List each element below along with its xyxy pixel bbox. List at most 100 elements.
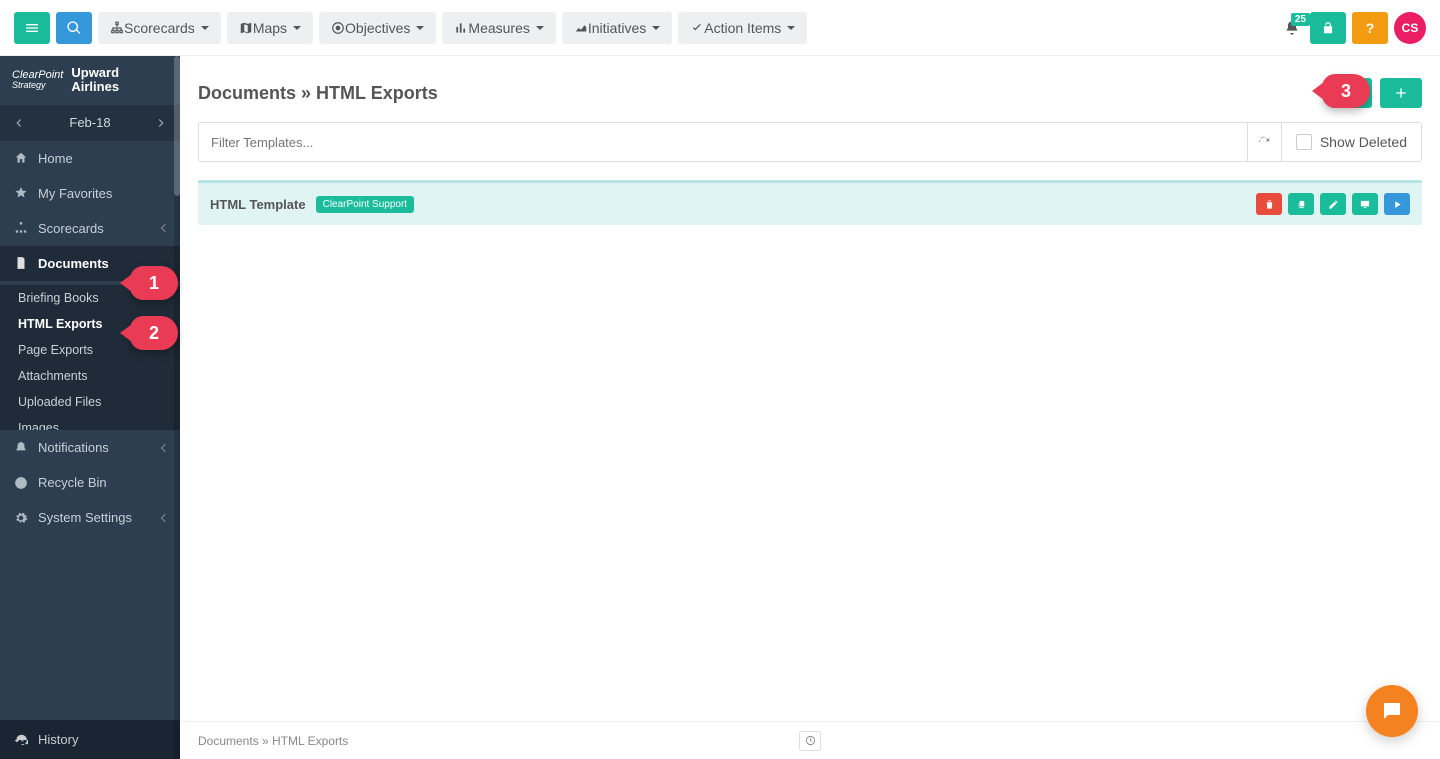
sidebar-subitem-attachments[interactable]: Attachments bbox=[0, 363, 180, 389]
sidebar-item-scorecards[interactable]: Scorecards bbox=[0, 211, 180, 246]
filter-input[interactable] bbox=[199, 135, 1247, 150]
refresh-button[interactable] bbox=[1247, 123, 1281, 161]
document-icon bbox=[14, 256, 28, 270]
sidebar-item-label: Uploaded Files bbox=[18, 395, 101, 409]
filter-bar: Show Deleted bbox=[198, 122, 1422, 162]
notifications-badge: 25 bbox=[1291, 13, 1310, 26]
callout-2: 2 bbox=[130, 316, 178, 350]
page-header: Documents » HTML Exports bbox=[180, 56, 1440, 122]
bell-icon bbox=[14, 441, 28, 455]
caret-down-icon bbox=[416, 26, 424, 30]
nav-label: Scorecards bbox=[124, 20, 195, 36]
help-button[interactable]: ? bbox=[1352, 12, 1388, 44]
sidebar-item-recycle-bin[interactable]: Recycle Bin bbox=[0, 465, 180, 500]
caret-down-icon bbox=[293, 26, 301, 30]
main-content: Documents » HTML Exports Show Deleted bbox=[180, 56, 1440, 759]
period-prev-button[interactable] bbox=[8, 111, 30, 134]
template-owner-badge: ClearPoint Support bbox=[316, 196, 415, 213]
sidebar-item-label: Documents bbox=[38, 256, 109, 271]
period-label[interactable]: Feb-18 bbox=[69, 115, 110, 130]
sidebar-item-favorites[interactable]: My Favorites bbox=[0, 176, 180, 211]
star-icon bbox=[14, 186, 28, 200]
show-deleted-toggle[interactable]: Show Deleted bbox=[1281, 123, 1421, 161]
bar-chart-icon bbox=[454, 21, 468, 35]
callout-label: 2 bbox=[149, 323, 159, 344]
sidebar-item-notifications[interactable]: Notifications bbox=[0, 430, 180, 465]
add-button[interactable] bbox=[1380, 78, 1422, 108]
nav-maps[interactable]: Maps bbox=[227, 12, 313, 44]
nav-action-items[interactable]: Action Items bbox=[678, 12, 807, 44]
avatar[interactable]: CS bbox=[1394, 12, 1426, 44]
sidebar-item-label: My Favorites bbox=[38, 186, 112, 201]
sidebar-item-label: Images bbox=[18, 421, 59, 430]
nav-label: Measures bbox=[468, 20, 529, 36]
caret-down-icon bbox=[652, 26, 660, 30]
sidebar-item-label: Notifications bbox=[38, 440, 109, 455]
sidebar: ClearPoint Strategy Upward Airlines Feb-… bbox=[0, 56, 180, 759]
list-item[interactable]: HTML Template ClearPoint Support bbox=[198, 180, 1422, 225]
target-icon bbox=[331, 21, 345, 35]
sitemap-icon bbox=[110, 21, 124, 35]
preview-button[interactable] bbox=[1352, 193, 1378, 215]
page-title: Documents » HTML Exports bbox=[198, 83, 438, 104]
footer-breadcrumb: Documents » HTML Exports bbox=[198, 734, 348, 748]
duplicate-button[interactable] bbox=[1288, 193, 1314, 215]
show-deleted-checkbox[interactable] bbox=[1296, 134, 1312, 150]
show-deleted-label: Show Deleted bbox=[1320, 134, 1407, 150]
brand: ClearPoint Strategy Upward Airlines bbox=[0, 56, 180, 105]
search-icon bbox=[66, 20, 82, 36]
gear-icon bbox=[14, 511, 28, 525]
chat-icon bbox=[1380, 699, 1404, 723]
search-button[interactable] bbox=[56, 12, 92, 44]
topbar-right: 25 ? CS bbox=[1284, 12, 1426, 44]
unlock-icon bbox=[1321, 21, 1335, 35]
sidebar-item-label: Home bbox=[38, 151, 73, 166]
sidebar-subitem-images[interactable]: Images bbox=[0, 415, 180, 430]
chevron-left-icon bbox=[12, 116, 26, 130]
area-chart-icon bbox=[574, 21, 588, 35]
delete-button[interactable] bbox=[1256, 193, 1282, 215]
sidebar-nav-lower: Notifications Recycle Bin System Setting… bbox=[0, 430, 180, 575]
trash-icon bbox=[1264, 199, 1275, 210]
notifications-button[interactable]: 25 bbox=[1284, 19, 1300, 36]
sidebar-item-system-settings[interactable]: System Settings bbox=[0, 500, 180, 535]
plus-icon bbox=[1393, 85, 1409, 101]
question-icon: ? bbox=[1366, 20, 1375, 36]
caret-down-icon bbox=[787, 26, 795, 30]
nav-label: Action Items bbox=[704, 20, 781, 36]
row-actions bbox=[1256, 193, 1410, 215]
sidebar-item-label: Briefing Books bbox=[18, 291, 99, 305]
template-title: HTML Template bbox=[210, 197, 306, 212]
menu-toggle-button[interactable] bbox=[14, 12, 50, 44]
sitemap-icon bbox=[14, 221, 28, 235]
lock-button[interactable] bbox=[1310, 12, 1346, 44]
period-next-button[interactable] bbox=[150, 111, 172, 134]
pencil-icon bbox=[1328, 199, 1339, 210]
sidebar-subitem-uploaded-files[interactable]: Uploaded Files bbox=[0, 389, 180, 415]
nav-objectives[interactable]: Objectives bbox=[319, 12, 436, 44]
run-button[interactable] bbox=[1384, 193, 1410, 215]
callout-label: 1 bbox=[149, 273, 159, 294]
sidebar-documents-subnav: Briefing Books HTML Exports Page Exports… bbox=[0, 285, 180, 430]
sidebar-item-label: History bbox=[38, 732, 78, 747]
caret-down-icon bbox=[536, 26, 544, 30]
footer-clock-button[interactable] bbox=[799, 731, 821, 751]
sidebar-item-history[interactable]: History bbox=[0, 720, 180, 759]
sidebar-item-home[interactable]: Home bbox=[0, 141, 180, 176]
chat-launcher-button[interactable] bbox=[1366, 685, 1418, 737]
nav-initiatives[interactable]: Initiatives bbox=[562, 12, 672, 44]
footer: Documents » HTML Exports bbox=[180, 721, 1440, 759]
nav-measures[interactable]: Measures bbox=[442, 12, 555, 44]
nav-label: Initiatives bbox=[588, 20, 646, 36]
edit-button[interactable] bbox=[1320, 193, 1346, 215]
nav-label: Objectives bbox=[345, 20, 410, 36]
home-icon bbox=[14, 151, 28, 165]
check-icon bbox=[690, 21, 704, 35]
hamburger-icon bbox=[24, 20, 40, 36]
sidebar-item-label: Scorecards bbox=[38, 221, 104, 236]
sidebar-item-label: Page Exports bbox=[18, 343, 93, 357]
history-icon bbox=[14, 733, 28, 747]
map-icon bbox=[239, 21, 253, 35]
nav-scorecards[interactable]: Scorecards bbox=[98, 12, 221, 44]
brand-logo: ClearPoint Strategy bbox=[12, 70, 63, 90]
